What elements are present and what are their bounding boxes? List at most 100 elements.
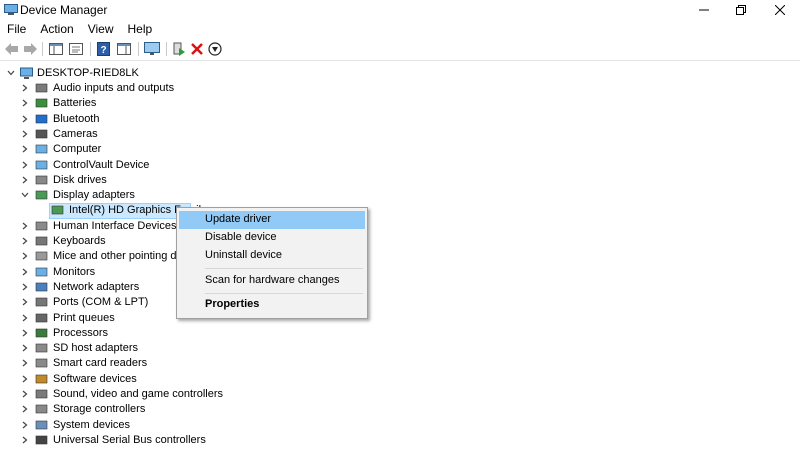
- properties-icon: [69, 43, 83, 55]
- uninstall-button[interactable]: [189, 41, 205, 57]
- menu-item-label: Scan for hardware changes: [205, 274, 340, 286]
- menu-view[interactable]: View: [81, 20, 121, 38]
- show-hide-tree-button[interactable]: [48, 41, 64, 57]
- menu-item-label: Uninstall device: [205, 249, 283, 261]
- keyboard-icon: [35, 236, 48, 246]
- system-icon: [35, 420, 48, 429]
- chevron-right-icon[interactable]: [20, 358, 30, 368]
- chevron-right-icon[interactable]: [20, 251, 30, 261]
- chevron-right-icon[interactable]: [20, 328, 30, 338]
- disable-icon: [208, 42, 222, 56]
- tree-item-label: Bluetooth: [53, 112, 100, 125]
- tree-item-label: Batteries: [53, 97, 97, 110]
- tree-item-label: Sound, video and game controllers: [53, 388, 223, 400]
- context-menu: Update driver Disable device Uninstall d…: [176, 207, 368, 319]
- tree-item-label: Storage controllers: [53, 403, 146, 416]
- computer-icon: [35, 144, 48, 154]
- computer-icon: [20, 67, 33, 79]
- chevron-right-icon[interactable]: [20, 343, 30, 353]
- processor-icon: [35, 328, 48, 338]
- back-icon: [5, 43, 18, 55]
- minimize-button[interactable]: [688, 0, 720, 20]
- action-pane-button[interactable]: [116, 41, 132, 57]
- disable-device-menu-item[interactable]: Disable device: [179, 229, 365, 247]
- chevron-right-icon[interactable]: [20, 114, 30, 124]
- chevron-right-icon[interactable]: [20, 374, 30, 384]
- forward-icon: [24, 43, 37, 55]
- network-icon: [35, 282, 48, 292]
- menu-help[interactable]: Help: [121, 20, 160, 38]
- maximize-button[interactable]: [725, 0, 757, 20]
- monitor-icon: [144, 42, 160, 55]
- chevron-right-icon[interactable]: [20, 221, 30, 231]
- tree-root-label: DESKTOP-RIED8LK: [37, 67, 139, 79]
- tree-item-label: Print queues: [53, 311, 115, 324]
- chevron-right-icon[interactable]: [20, 404, 30, 414]
- chevron-right-icon[interactable]: [20, 420, 30, 430]
- device-manager-icon: [4, 4, 18, 15]
- chevron-down-icon[interactable]: [20, 190, 30, 200]
- chevron-right-icon[interactable]: [20, 313, 30, 323]
- menu-file[interactable]: File: [0, 20, 33, 38]
- display-adapter-icon: [35, 190, 48, 200]
- tree-item-label: ControlVault Device: [53, 158, 150, 171]
- menu-separator: [205, 268, 363, 269]
- scan-hardware-menu-item[interactable]: Scan for hardware changes: [179, 272, 365, 290]
- hid-icon: [35, 221, 48, 230]
- title-bar: Device Manager: [0, 0, 800, 20]
- chevron-right-icon[interactable]: [20, 160, 30, 170]
- display-adapter-icon: [51, 206, 64, 215]
- forward-button[interactable]: [22, 41, 38, 57]
- chevron-right-icon[interactable]: [20, 236, 30, 246]
- scan-hardware-button[interactable]: [144, 41, 160, 57]
- toolbar-separator: [42, 42, 43, 56]
- disk-icon: [35, 175, 48, 185]
- chevron-right-icon[interactable]: [20, 83, 30, 93]
- properties-menu-item[interactable]: Properties: [179, 296, 365, 314]
- sd-icon: [35, 343, 48, 353]
- chevron-right-icon[interactable]: [20, 175, 30, 185]
- menu-item-label: Disable device: [205, 231, 277, 243]
- uninstall-device-menu-item[interactable]: Uninstall device: [179, 247, 365, 265]
- toolbar: ?: [0, 38, 800, 61]
- chevron-right-icon[interactable]: [20, 297, 30, 307]
- help-button[interactable]: ?: [96, 41, 112, 57]
- chevron-right-icon[interactable]: [20, 98, 30, 108]
- close-button[interactable]: [764, 0, 796, 20]
- chevron-down-icon[interactable]: [6, 68, 16, 78]
- menu-item-label: Update driver: [205, 213, 272, 225]
- chevron-right-icon[interactable]: [20, 144, 30, 154]
- back-button[interactable]: [4, 41, 20, 57]
- chevron-right-icon[interactable]: [20, 282, 30, 292]
- window-title: Device Manager: [20, 3, 108, 17]
- uninstall-icon: [191, 43, 203, 55]
- help-icon: ?: [97, 42, 110, 56]
- menu-item-label: Properties: [205, 298, 260, 310]
- menu-action[interactable]: Action: [33, 20, 80, 38]
- tree-item-label: Audio inputs and outputs: [53, 82, 175, 94]
- toolbar-separator: [138, 42, 139, 56]
- chevron-right-icon[interactable]: [20, 389, 30, 399]
- show-hide-tree-icon: [49, 43, 63, 55]
- tree-item-label: Keyboards: [53, 235, 106, 247]
- chevron-right-icon[interactable]: [20, 435, 30, 445]
- properties-button[interactable]: [68, 41, 84, 57]
- tree-item-label: Display adapters: [53, 189, 135, 202]
- tree-item-label: Human Interface Devices: [53, 219, 177, 232]
- chevron-right-icon[interactable]: [20, 129, 30, 139]
- chevron-right-icon[interactable]: [20, 267, 30, 277]
- update-driver-button[interactable]: [171, 41, 187, 57]
- tree-item-label: Cameras: [53, 127, 98, 140]
- tree-item-label: Software devices: [53, 372, 137, 385]
- toolbar-separator: [90, 42, 91, 56]
- menu-bar: File Action View Help: [0, 20, 159, 38]
- update-driver-menu-item[interactable]: Update driver: [179, 211, 365, 229]
- port-icon: [35, 297, 48, 307]
- camera-icon: [35, 129, 48, 139]
- minimize-icon: [699, 9, 709, 11]
- tree-item-label: Ports (COM & LPT): [53, 296, 149, 309]
- close-icon: [775, 5, 785, 15]
- tree-item-label: Processors: [53, 326, 109, 339]
- battery-icon: [35, 98, 48, 108]
- disable-button[interactable]: [207, 41, 223, 57]
